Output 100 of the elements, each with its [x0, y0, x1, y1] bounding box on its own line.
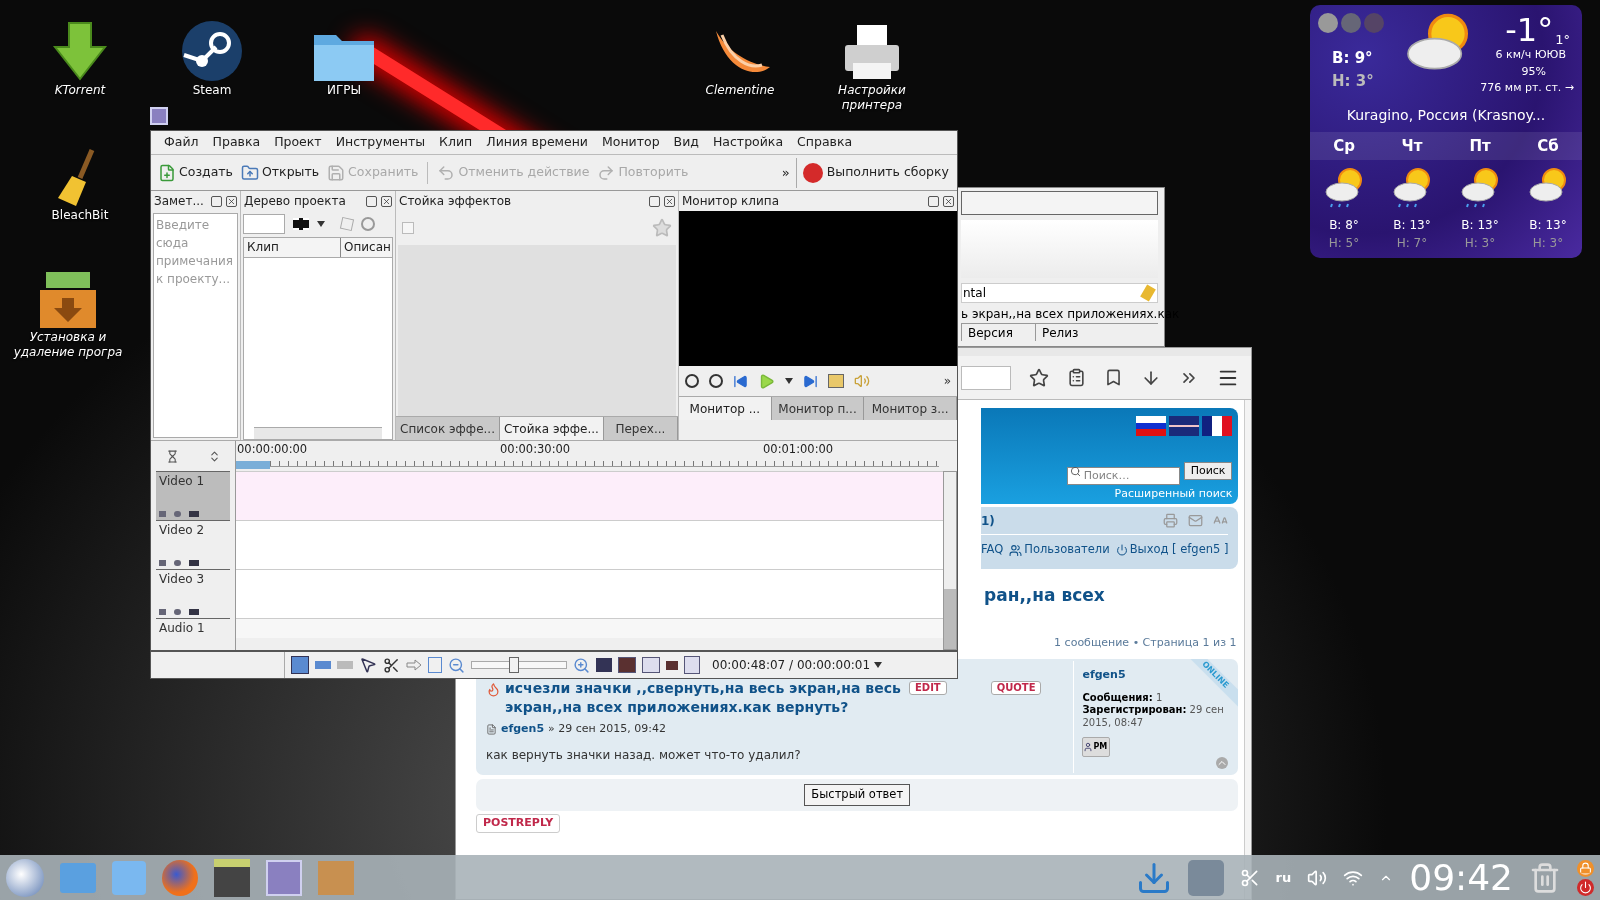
blocked-icon[interactable]	[361, 217, 375, 231]
menu-item[interactable]: Файл	[157, 133, 206, 152]
address-field[interactable]	[961, 191, 1158, 215]
close-icon[interactable]	[381, 195, 392, 207]
zoom-out-icon[interactable]	[448, 656, 465, 674]
forward-icon[interactable]	[803, 373, 818, 389]
collapse-icon[interactable]	[165, 449, 179, 463]
post-action-button[interactable]: QUOTE	[990, 681, 1042, 695]
pm-button[interactable]: PM	[1082, 737, 1111, 757]
spacer-tool-icon[interactable]	[406, 659, 422, 671]
float-icon[interactable]	[928, 195, 939, 207]
close-icon[interactable]	[226, 195, 237, 207]
menu-item[interactable]: Линия времени	[479, 133, 595, 152]
nav-link[interactable]: Выход [ efgen5 ]	[1115, 541, 1229, 559]
dock-tab[interactable]: Монитор з...	[864, 397, 957, 420]
mark-in-icon[interactable]	[685, 374, 699, 388]
desktop-icon-label[interactable]: Установка и удаление програ	[8, 330, 128, 360]
track-header[interactable]: Video 1	[156, 471, 230, 520]
mark-out-icon[interactable]	[709, 374, 723, 388]
russian-flag-icon[interactable]	[1136, 416, 1167, 436]
toolbar-button[interactable]: Открыть	[238, 163, 323, 182]
post-reply-button[interactable]: POSTREPLY	[476, 814, 561, 833]
close-icon[interactable]	[664, 195, 675, 207]
track-header[interactable]: Video 3	[156, 569, 230, 618]
overflow-button[interactable]: »	[943, 372, 951, 390]
calculator-icon[interactable]	[214, 858, 250, 897]
menu-item[interactable]: Вид	[666, 133, 706, 152]
app-launcher-icon[interactable]	[6, 858, 44, 897]
nav-link[interactable]: FAQ	[981, 541, 1004, 559]
track-header[interactable]: Video 2	[156, 520, 230, 569]
reading-list-icon[interactable]	[1067, 368, 1086, 387]
menu-item[interactable]: Монитор	[595, 133, 667, 152]
play-icon[interactable]	[758, 372, 775, 390]
float-icon[interactable]	[211, 195, 222, 207]
snap-icon[interactable]	[428, 657, 442, 673]
rewind-icon[interactable]	[733, 373, 748, 389]
zoom-in-icon[interactable]	[573, 656, 590, 674]
column-header[interactable]: Описан	[341, 238, 392, 257]
dock-tab[interactable]: Монитор п...	[771, 397, 865, 420]
bookmark-star-icon[interactable]	[1029, 367, 1049, 388]
track-lane[interactable]	[236, 618, 943, 638]
pocket-icon[interactable]	[1104, 368, 1123, 387]
track-lane[interactable]	[236, 471, 943, 520]
column-header[interactable]: Релиз	[1035, 324, 1109, 341]
french-flag-icon[interactable]	[1202, 416, 1233, 436]
time-ruler[interactable]	[270, 461, 939, 467]
post-author[interactable]: efgen5	[501, 721, 545, 738]
menu-item[interactable]: Правка	[205, 133, 268, 152]
menu-item[interactable]: Настройка	[705, 133, 791, 152]
desktop-icon-label[interactable]: KTorrent	[54, 83, 106, 98]
menu-item[interactable]: Проект	[267, 133, 329, 152]
notes-field[interactable]: Введите сюда примечания к проекту...	[153, 213, 238, 438]
search-button[interactable]: Поиск	[1183, 462, 1233, 480]
menu-item[interactable]: Инструменты	[328, 133, 433, 152]
vertical-scrollbar[interactable]	[943, 471, 957, 650]
float-icon[interactable]	[366, 195, 377, 207]
dock-tab[interactable]: Перех...	[603, 417, 678, 440]
url-field[interactable]	[961, 365, 1011, 390]
horizontal-scrollbar[interactable]	[254, 427, 382, 439]
window-icon[interactable]	[150, 107, 168, 125]
scissors-icon[interactable]	[383, 656, 400, 674]
column-header[interactable]: Версия	[961, 324, 1035, 341]
print-icon[interactable]	[1163, 513, 1179, 528]
power-icon[interactable]	[1577, 878, 1594, 896]
menu-item[interactable]: Справка	[790, 133, 860, 152]
playhead-marker[interactable]	[236, 461, 270, 469]
timecode-display[interactable]: 00:00:48:07 / 00:00:00:01	[712, 656, 883, 674]
dropdown-caret-icon[interactable]	[785, 378, 793, 384]
close-icon[interactable]	[943, 195, 954, 207]
desktop-icon-label[interactable]: ИГРЫ	[326, 83, 362, 98]
desktop-icon-label[interactable]: Clementine	[705, 83, 775, 98]
pointer-icon[interactable]	[359, 656, 377, 674]
mail-icon[interactable]	[1188, 513, 1204, 528]
desktop-icon-label[interactable]: Steam	[192, 83, 232, 98]
forum-search-field[interactable]: Поиск…	[1066, 466, 1180, 485]
volume-icon[interactable]	[1307, 867, 1328, 888]
track-lane[interactable]	[236, 569, 943, 618]
dropdown-caret-icon[interactable]	[317, 221, 325, 227]
dock-tab[interactable]: Список эффе...	[396, 417, 500, 440]
render-button[interactable]: Выполнить сборку	[798, 162, 953, 183]
steam-logo-icon[interactable]	[180, 19, 244, 83]
star-icon[interactable]	[652, 218, 672, 238]
quick-reply-button[interactable]: Быстрый ответ	[804, 784, 911, 806]
menu-item[interactable]: Клип	[432, 133, 480, 152]
slider-thumb[interactable]	[509, 657, 520, 673]
search-field[interactable]: ntal	[961, 283, 1158, 303]
firefox-icon[interactable]	[162, 859, 198, 896]
desktop-icon-label[interactable]: Настройки принтера	[812, 83, 932, 113]
toolbar-button[interactable]: Создать	[155, 163, 236, 182]
column-header[interactable]: Клип	[244, 238, 341, 257]
tree-search-field[interactable]	[243, 214, 285, 234]
trash-icon[interactable]	[1529, 861, 1561, 894]
volume-icon[interactable]	[854, 373, 870, 389]
overflow-button[interactable]: »	[777, 162, 794, 183]
post-action-button[interactable]: EDIT	[909, 681, 947, 695]
float-icon[interactable]	[649, 195, 660, 207]
nav-link[interactable]: Пользователи	[1009, 541, 1110, 559]
track-header[interactable]: Audio 1	[156, 618, 230, 639]
enable-checkbox[interactable]	[402, 222, 414, 234]
track-lane[interactable]	[236, 520, 943, 569]
